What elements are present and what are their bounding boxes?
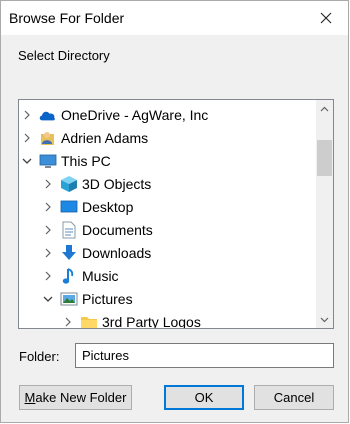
browse-for-folder-dialog: Browse For Folder Select Directory OneDr… (0, 0, 349, 423)
tree-scrollbar[interactable] (316, 100, 333, 328)
onedrive-cloud-icon (38, 106, 56, 124)
chevron-right-icon[interactable] (43, 271, 53, 281)
close-icon (320, 12, 332, 24)
tree-item-label: Pictures (82, 290, 133, 307)
chevron-right-icon[interactable] (43, 225, 53, 235)
scroll-thumb[interactable] (317, 140, 332, 176)
button-label: OK (194, 390, 214, 405)
tree-item-label: Adrien Adams (61, 129, 149, 146)
chevron-up-icon (320, 106, 329, 111)
tree-item-label: Desktop (82, 198, 134, 215)
tree-item-documents[interactable]: Documents (19, 218, 315, 241)
folder-tree[interactable]: OneDrive - AgWare, Inc Adrien Adams This… (18, 99, 334, 329)
tree-item-label: OneDrive - AgWare, Inc (61, 106, 209, 123)
documents-icon (60, 221, 78, 239)
cancel-button[interactable]: Cancel (254, 385, 334, 410)
3d-objects-icon (60, 175, 78, 193)
tree-item-this-pc[interactable]: This PC (19, 149, 315, 172)
folder-icon (80, 313, 98, 329)
tree-item-3rd-party-logos[interactable]: 3rd Party Logos (19, 310, 315, 329)
tree-item-pictures[interactable]: Pictures (19, 287, 315, 310)
tree-item-label: Documents (82, 221, 153, 238)
tree-item-downloads[interactable]: Downloads (19, 241, 315, 264)
pictures-icon (60, 290, 78, 308)
chevron-right-icon[interactable] (43, 202, 53, 212)
chevron-right-icon[interactable] (63, 317, 73, 327)
ok-button[interactable]: OK (164, 385, 244, 410)
tree-item-label: 3D Objects (82, 175, 152, 192)
tree-item-onedrive[interactable]: OneDrive - AgWare, Inc (19, 103, 315, 126)
instruction-text: Select Directory (18, 48, 110, 63)
chevron-down-icon (320, 317, 329, 322)
chevron-right-icon[interactable] (22, 110, 32, 120)
tree-item-label: Downloads (82, 244, 152, 261)
folder-input[interactable] (75, 343, 334, 368)
chevron-right-icon[interactable] (22, 133, 32, 143)
button-label: Cancel (273, 390, 315, 405)
mnemonic-letter: M (24, 390, 36, 405)
tree-item-user[interactable]: Adrien Adams (19, 126, 315, 149)
music-icon (60, 267, 78, 285)
tree-item-desktop[interactable]: Desktop (19, 195, 315, 218)
desktop-icon (60, 198, 78, 216)
chevron-right-icon[interactable] (43, 248, 53, 258)
chevron-down-icon[interactable] (22, 156, 32, 166)
close-button[interactable] (304, 1, 348, 35)
tree-item-label: 3rd Party Logos (102, 313, 201, 329)
computer-icon (39, 152, 57, 170)
window-title: Browse For Folder (9, 10, 125, 26)
tree-item-3d-objects[interactable]: 3D Objects (19, 172, 315, 195)
downloads-icon (60, 244, 78, 262)
chevron-down-icon[interactable] (43, 294, 53, 304)
title-bar: Browse For Folder (1, 1, 348, 35)
tree-item-music[interactable]: Music (19, 264, 315, 287)
button-label: ake New Folder (35, 390, 127, 405)
folder-field-label: Folder: (19, 349, 60, 364)
scroll-down-button[interactable] (316, 311, 333, 328)
make-new-folder-button[interactable]: Make New Folder (19, 385, 132, 410)
user-folder-icon (39, 129, 57, 147)
tree-item-label: Music (82, 267, 119, 284)
chevron-right-icon[interactable] (43, 179, 53, 189)
tree-item-label: This PC (61, 152, 111, 169)
scroll-up-button[interactable] (316, 100, 333, 117)
